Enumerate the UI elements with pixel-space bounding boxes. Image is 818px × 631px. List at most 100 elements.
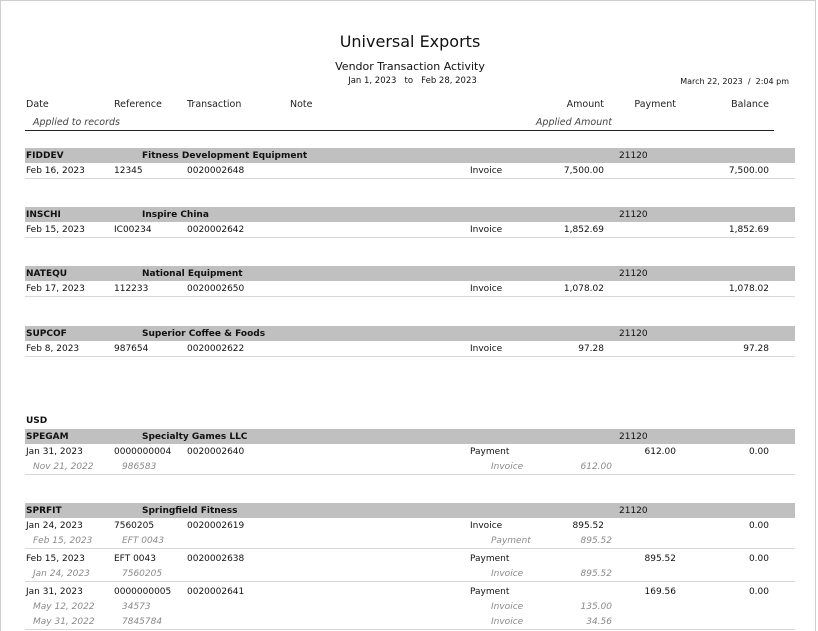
row-type: Payment (470, 554, 510, 564)
row-reference: 0000000004 (114, 447, 172, 457)
row-transaction: 0020002642 (187, 225, 245, 235)
applied-amount: 895.52 (580, 536, 613, 546)
row-balance: 1,852.69 (728, 225, 769, 235)
col-reference: Reference (114, 99, 162, 110)
col-balance: Balance (731, 99, 769, 110)
row-type: Invoice (470, 225, 503, 235)
row-reference: EFT 0043 (114, 554, 156, 564)
col-date: Date (26, 99, 49, 110)
vendor-name: Inspire China (142, 210, 209, 220)
row-date: Feb 17, 2023 (26, 284, 85, 294)
report-title: Vendor Transaction Activity (335, 60, 485, 73)
vendor-code: SPRFIT (26, 506, 62, 516)
row-balance: 1,078.02 (728, 284, 769, 294)
vendor-account: 21120 (619, 269, 648, 279)
vendor-code: SUPCOF (26, 329, 67, 339)
row-separator (25, 178, 795, 179)
vendor-band (25, 207, 795, 222)
row-date: Feb 8, 2023 (26, 344, 80, 354)
vendor-band (25, 503, 795, 518)
applied-type: Payment (491, 536, 531, 546)
row-type: Payment (470, 447, 510, 457)
vendor-band (25, 148, 795, 163)
row-separator (25, 629, 795, 630)
row-separator (25, 581, 795, 582)
col-applied-amount: Applied Amount (535, 117, 612, 128)
row-date: Feb 15, 2023 (26, 554, 85, 564)
row-balance: 0.00 (748, 554, 769, 564)
row-payment: 169.56 (644, 587, 677, 597)
vendor-band (25, 266, 795, 281)
row-reference: 12345 (114, 166, 143, 176)
applied-date: Jan 24, 2023 (33, 569, 90, 579)
row-transaction: 0020002640 (187, 447, 245, 457)
company-name: Universal Exports (339, 32, 481, 51)
col-applied-to: Applied to records (33, 117, 120, 128)
row-reference: IC00234 (114, 225, 152, 235)
applied-date: Nov 21, 2022 (33, 462, 94, 472)
vendor-code: FIDDEV (26, 151, 64, 161)
col-transaction: Transaction (187, 99, 242, 110)
vendor-name: Superior Coffee & Foods (142, 329, 266, 339)
row-amount: 1,078.02 (563, 284, 604, 294)
vendor-account: 21120 (619, 329, 648, 339)
row-reference: 112233 (114, 284, 149, 294)
vendor-code: SPEGAM (26, 432, 69, 442)
row-amount: 1,852.69 (563, 225, 604, 235)
printed-timestamp: March 22, 2023 / 2:04 pm (680, 77, 789, 86)
applied-date: Feb 15, 2023 (33, 536, 93, 546)
applied-reference: 34573 (122, 602, 151, 612)
vendor-account: 21120 (619, 432, 648, 442)
applied-type: Invoice (491, 602, 524, 612)
row-transaction: 0020002622 (187, 344, 245, 354)
applied-amount: 135.00 (580, 602, 613, 612)
applied-reference: 7560205 (122, 569, 163, 579)
row-separator (25, 548, 795, 549)
vendor-name: Fitness Development Equipment (142, 151, 308, 161)
row-transaction: 0020002619 (187, 521, 245, 531)
vendor-code: INSCHI (26, 210, 61, 220)
col-amount: Amount (566, 99, 604, 110)
row-transaction: 0020002641 (187, 587, 245, 597)
row-type: Invoice (470, 521, 503, 531)
vendor-account: 21120 (619, 506, 648, 516)
row-type: Invoice (470, 344, 503, 354)
applied-amount: 895.52 (580, 569, 613, 579)
currency-label: USD (26, 416, 48, 426)
row-reference: 7560205 (114, 521, 155, 531)
header-rule (25, 130, 774, 131)
vendor-name: Springfield Fitness (142, 506, 238, 516)
row-balance: 0.00 (748, 587, 769, 597)
applied-reference: 7845784 (122, 617, 163, 627)
row-balance: 97.28 (743, 344, 769, 354)
applied-type: Invoice (491, 569, 524, 579)
vendor-band (25, 429, 795, 444)
applied-type: Invoice (491, 462, 524, 472)
row-balance: 7,500.00 (728, 166, 769, 176)
row-transaction: 0020002638 (187, 554, 245, 564)
vendor-code: NATEQU (26, 269, 68, 279)
applied-date: May 31, 2022 (33, 617, 95, 627)
vendor-account: 21120 (619, 210, 648, 220)
row-type: Payment (470, 587, 510, 597)
row-date: Jan 31, 2023 (26, 447, 83, 457)
row-amount: 7,500.00 (563, 166, 604, 176)
vendor-band (25, 326, 795, 341)
applied-type: Invoice (491, 617, 524, 627)
applied-date: May 12, 2022 (33, 602, 95, 612)
vendor-name: National Equipment (142, 269, 243, 279)
row-separator (25, 237, 795, 238)
applied-reference: EFT 0043 (122, 536, 165, 546)
row-reference: 987654 (114, 344, 149, 354)
row-date: Feb 15, 2023 (26, 225, 85, 235)
row-transaction: 0020002648 (187, 166, 245, 176)
row-transaction: 0020002650 (187, 284, 245, 294)
row-payment: 612.00 (644, 447, 677, 457)
applied-amount: 612.00 (580, 462, 613, 472)
applied-amount: 34.56 (586, 617, 612, 627)
row-payment: 895.52 (644, 554, 677, 564)
row-balance: 0.00 (748, 447, 769, 457)
applied-reference: 986583 (122, 462, 157, 472)
row-separator (25, 356, 795, 357)
row-separator (25, 296, 795, 297)
